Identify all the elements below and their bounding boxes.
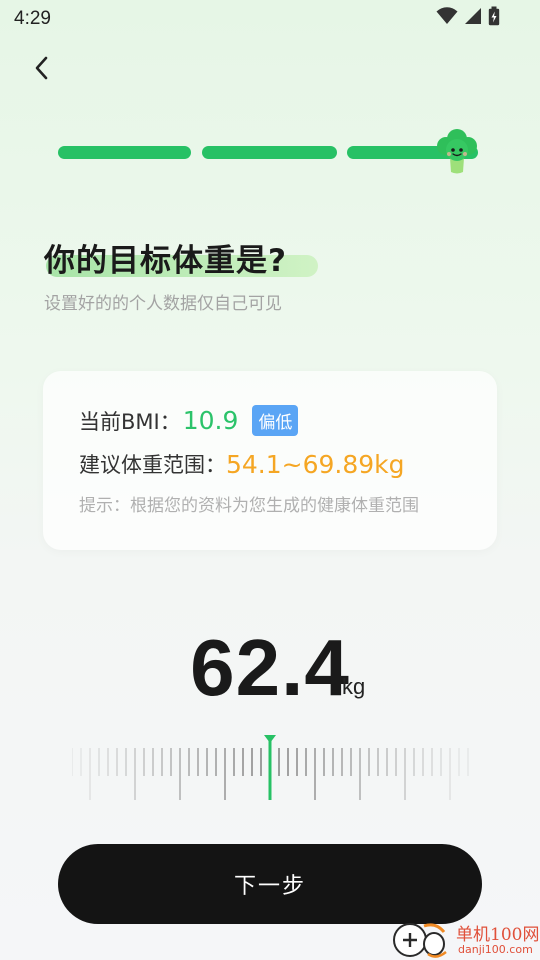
progress-step-2 (202, 146, 337, 159)
page-subtitle: 设置好的的个人数据仅自己可见 (44, 294, 282, 314)
weight-range-value: 54.1~69.89kg (226, 449, 405, 479)
chevron-left-icon (35, 56, 48, 80)
bmi-value: 10.9 (182, 406, 239, 435)
back-button[interactable] (22, 48, 62, 88)
weight-ruler-slider[interactable] (72, 730, 472, 810)
status-icons (436, 6, 500, 26)
watermark-logo-icon (393, 923, 447, 958)
progress-step-1 (58, 146, 191, 159)
step-progress (58, 146, 478, 160)
title-block: 你的目标体重是? (44, 235, 318, 280)
bmi-row: 当前BMI： 10.9 偏低 (79, 405, 299, 436)
weight-value: 62.4 (190, 623, 350, 712)
status-bar: 4:29 (0, 0, 540, 36)
weight-range-row: 建议体重范围： 54.1~69.89kg (79, 449, 405, 479)
bmi-status-badge: 偏低 (252, 405, 299, 436)
bmi-info-card: 当前BMI： 10.9 偏低 建议体重范围： 54.1~69.89kg 提示：根… (43, 371, 497, 550)
battery-icon (488, 6, 500, 26)
status-time: 4:29 (14, 8, 51, 29)
weight-unit: kg (342, 674, 366, 699)
watermark-url: danji100.com (458, 943, 533, 956)
ruler-indicator-arrow (264, 735, 276, 743)
weight-range-tip: 提示：根据您的资料为您生成的健康体重范围 (79, 496, 419, 516)
page-title: 你的目标体重是? (44, 243, 287, 279)
cellular-signal-icon (465, 8, 481, 24)
weight-range-label: 建议体重范围： (79, 453, 226, 477)
next-step-button[interactable]: 下一步 (58, 844, 482, 924)
weight-display: 62.4 kg (0, 622, 540, 714)
watermark-name: 单机100网 (456, 925, 540, 945)
wifi-icon (436, 7, 458, 24)
site-watermark: 单机100网 danji100.com (388, 916, 540, 960)
bmi-label: 当前BMI： (79, 409, 181, 434)
broccoli-mascot-icon (437, 129, 477, 174)
